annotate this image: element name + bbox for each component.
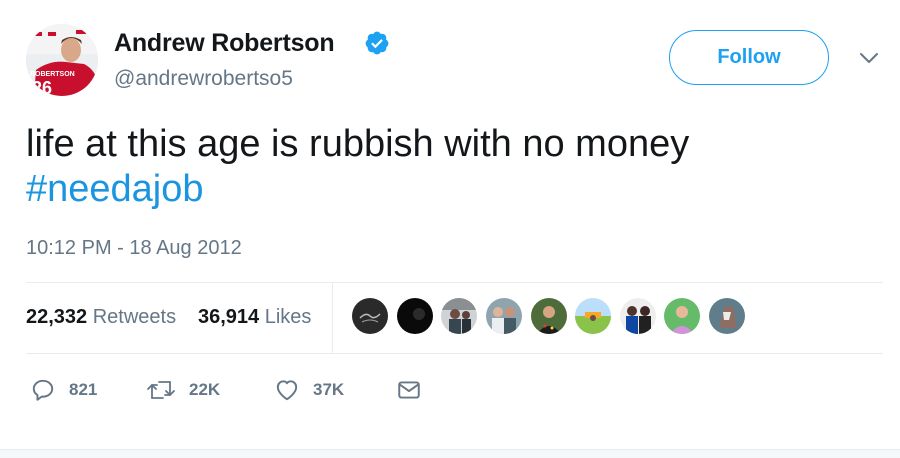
author-avatar[interactable]: ROBERTSON 26 xyxy=(26,24,98,96)
liker-avatar-3[interactable] xyxy=(441,298,477,334)
liker-avatar-5[interactable] xyxy=(531,298,567,334)
svg-text:ROBERTSON: ROBERTSON xyxy=(30,71,75,78)
direct-message-button[interactable] xyxy=(396,372,422,408)
likes-stat[interactable]: 36,914 Likes xyxy=(198,306,311,329)
liker-avatar-1[interactable] xyxy=(352,298,388,334)
likes-label: Likes xyxy=(264,306,312,328)
reply-icon xyxy=(32,379,54,401)
chevron-down-icon[interactable] xyxy=(858,50,880,66)
divider xyxy=(26,353,883,354)
stats-separator xyxy=(332,283,333,353)
retweet-button[interactable]: 22K xyxy=(146,372,220,408)
retweets-stat[interactable]: 22,332 Retweets xyxy=(26,306,176,329)
author-name[interactable]: Andrew Robertson xyxy=(114,29,335,58)
envelope-icon xyxy=(398,381,420,399)
reply-button[interactable]: 821 xyxy=(30,372,97,408)
tweet-body: life at this age is rubbish with no mone… xyxy=(26,123,690,165)
author-handle[interactable]: @andrewrobertso5 xyxy=(114,67,293,91)
follow-button[interactable]: Follow xyxy=(669,30,829,85)
heart-icon xyxy=(276,380,298,401)
liker-avatar-8-icon xyxy=(664,298,700,334)
liker-avatar-4[interactable] xyxy=(486,298,522,334)
liker-avatar-2[interactable] xyxy=(397,298,433,334)
like-count: 37K xyxy=(313,380,345,399)
liker-avatar-6-icon xyxy=(575,298,611,334)
liker-avatar-7[interactable] xyxy=(620,298,656,334)
tweet-card: ROBERTSON 26 Andrew Robertson @andrewrob… xyxy=(0,0,900,458)
hashtag-link[interactable]: #needajob xyxy=(26,167,689,212)
retweets-count: 22,332 xyxy=(26,306,88,328)
tweet-text: life at this age is rubbish with no mone… xyxy=(26,122,689,212)
tweet-actions: 821 22K 37K xyxy=(26,372,526,412)
liker-avatar-9-icon xyxy=(709,298,745,334)
liker-avatar-4-icon xyxy=(486,298,522,334)
verified-badge-icon xyxy=(365,31,389,55)
liker-avatar-7-icon xyxy=(620,298,656,334)
svg-text:26: 26 xyxy=(32,78,52,96)
liker-avatar-2-icon xyxy=(397,298,433,334)
liker-avatar-1-icon xyxy=(352,298,388,334)
likes-count: 36,914 xyxy=(198,306,260,328)
liker-avatar-5-icon xyxy=(531,298,567,334)
liker-avatar-3-icon xyxy=(441,298,477,334)
liker-avatar-9[interactable] xyxy=(709,298,745,334)
tweet-stats: 22,332 Retweets 36,914 Likes xyxy=(26,283,883,353)
retweet-count: 22K xyxy=(189,380,221,399)
liker-avatar-6[interactable] xyxy=(575,298,611,334)
tweet-timestamp[interactable]: 10:12 PM - 18 Aug 2012 xyxy=(26,237,242,260)
profile-photo-icon: ROBERTSON 26 xyxy=(26,24,98,96)
liker-avatar-8[interactable] xyxy=(664,298,700,334)
like-button[interactable]: 37K xyxy=(274,372,344,408)
retweets-label: Retweets xyxy=(92,306,177,328)
retweet-icon xyxy=(147,381,175,399)
reply-count: 821 xyxy=(69,380,98,399)
